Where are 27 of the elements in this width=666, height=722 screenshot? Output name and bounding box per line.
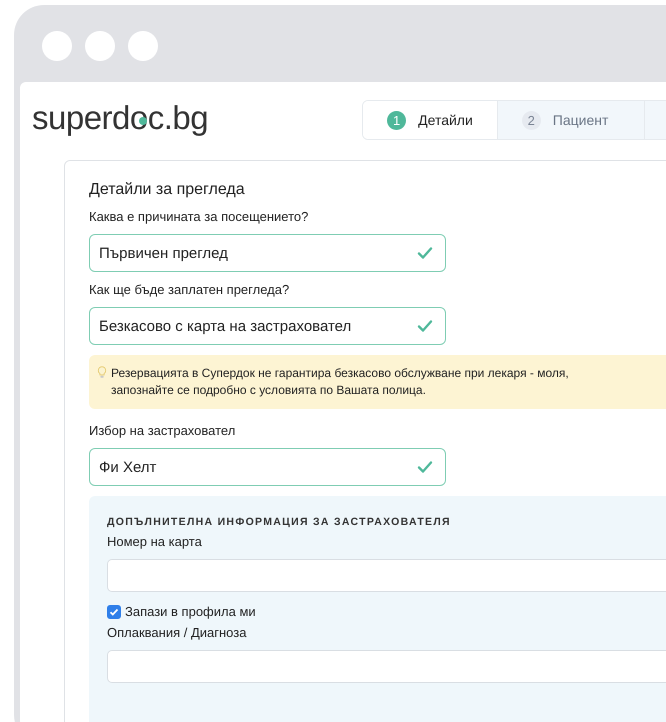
select-field[interactable]: Фи Хелт: [89, 448, 446, 486]
field-label: Как ще бъде заплатен прегледа?: [89, 282, 290, 297]
checkbox[interactable]: [107, 604, 121, 618]
checkbox-label: Запази в профила ми: [125, 604, 256, 619]
field-label: Избор на застраховател: [89, 423, 236, 438]
window-dot-icon: [85, 30, 115, 60]
step-number: 1: [387, 110, 406, 130]
form-title: Детайли за прегледа: [89, 181, 246, 199]
logo-dot-icon: [139, 117, 147, 125]
checkmark-icon: [417, 318, 433, 334]
checkmark-icon: [417, 459, 433, 475]
lightbulb-icon: [97, 366, 107, 379]
select-field[interactable]: Първичен преглед: [89, 234, 446, 272]
select-field[interactable]: Безкасово с карта на застраховател: [89, 307, 446, 345]
window-dot-icon: [128, 30, 158, 60]
panel-heading: ДОПЪЛНИТЕЛНА ИНФОРМАЦИЯ ЗА ЗАСТРАХОВАТЕЛЯ: [107, 516, 452, 528]
checkmark-icon: [417, 245, 433, 261]
logo[interactable]: superdoc.bg: [32, 99, 208, 136]
field-label: Номер на карта: [107, 534, 203, 549]
card-number-field[interactable]: [107, 559, 666, 592]
window-dot-icon: [42, 30, 72, 60]
step-tab[interactable]: 2 Пациент: [496, 101, 644, 139]
step-number: 2: [522, 110, 541, 130]
notice-text: Резервацията в Супердок не гарантира безкасово обслужване при лекаря - моля, запознайте се подробно с условията по Вашата полица.: [111, 365, 570, 399]
field-label: Оплаквания / Диагноза: [107, 625, 248, 640]
diagnosis-field[interactable]: [107, 650, 666, 683]
field-label: Каква е причината за посещението?: [89, 209, 310, 224]
